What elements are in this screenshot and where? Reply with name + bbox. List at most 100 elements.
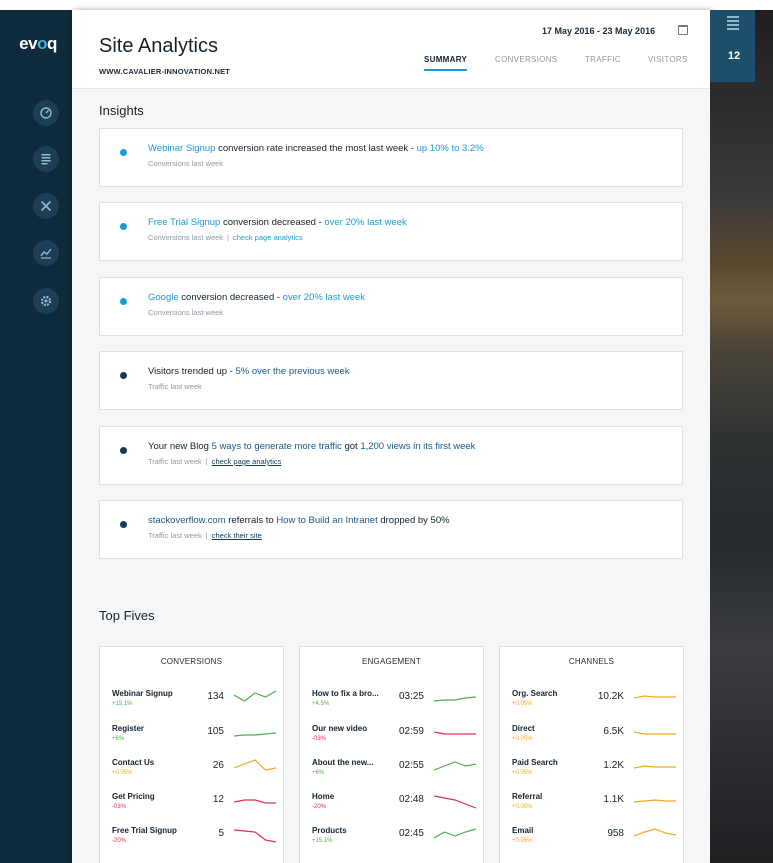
table-row[interactable]: Our new video -03% 02:59 [312,724,476,754]
table-row[interactable]: How to fix a bro... +4.5% 03:25 [312,689,476,719]
row-name: Paid Search [512,758,558,767]
sparkline [434,761,476,771]
sparkline [634,695,676,699]
row-name: Contact Us [112,758,155,767]
insight-subtext: Traffic last week | check their site [148,531,262,540]
table-row[interactable]: About the new... +6% 02:55 [312,758,476,788]
insight-highlight[interactable]: 5% over the previous week [235,366,349,377]
insight-subtext: Conversions last week | check page analyti… [148,233,303,242]
table-row[interactable]: Get Pricing -03% 12 [112,792,276,822]
insight-card[interactable]: Webinar Signup conversion rate increased… [99,128,683,187]
row-value: 958 [607,828,624,839]
insight-link[interactable]: check their site [212,531,262,540]
notification-count[interactable]: 12 [722,50,746,62]
insight-highlight[interactable]: over 20% last week [283,292,365,303]
row-value: 26 [212,760,224,771]
row-change: +0.05% [512,770,533,776]
insight-highlight[interactable]: 5 ways to generate more traffic [212,441,342,452]
insight-highlight[interactable]: up 10% to 3.2% [417,143,484,154]
insight-phrase: conversion decreased - [220,217,325,228]
tab-conversions[interactable]: CONVERSIONS [495,52,557,82]
table-row[interactable]: Direct +0.05% 6.5K [512,724,676,754]
settings-gear-icon[interactable] [33,288,59,314]
insight-card[interactable]: Your new Blog 5 ways to generate more tr… [99,426,683,485]
row-value: 105 [207,726,224,737]
row-change: +0.05% [512,804,533,810]
tools-icon[interactable] [33,193,59,219]
insight-source-label: Traffic last week [148,457,202,466]
table-row[interactable]: Contact Us +0.05% 26 [112,758,276,788]
sparkline-series [234,829,276,843]
logo[interactable]: evoq [10,34,66,54]
table-row[interactable]: Paid Search +0.05% 1.2K [512,758,676,788]
insight-highlight[interactable]: Free Trial Signup [148,217,220,228]
menu-icon[interactable] [727,16,739,32]
insight-link[interactable]: check page analytics [212,457,282,466]
analytics-chart-icon[interactable] [33,240,59,266]
sidebar: evoq [0,10,72,863]
row-change: -20% [312,804,327,810]
row-change: +15.1% [312,838,333,844]
sparkline-series [634,828,676,837]
table-row[interactable]: Email +0.05% 958 [512,826,676,856]
date-range[interactable]: 17 May 2016 - 23 May 2016 [542,26,655,36]
document-list-icon[interactable] [33,146,59,172]
table-row[interactable]: Referral +0.05% 1.1K [512,792,676,822]
table-row[interactable]: Products +15.1% 02:45 [312,826,476,856]
insight-card[interactable]: Visitors trended up - 5% over the previo… [99,351,683,410]
insight-highlight[interactable]: 1,200 views in its first week [360,441,475,452]
sparkline-series [634,695,676,699]
insight-source-label: Conversions last week [148,308,224,317]
insight-card[interactable]: Google conversion decreased - over 20% l… [99,277,683,336]
row-name: Our new video [312,724,368,733]
row-name: Direct [512,724,535,733]
table-row[interactable]: Register +6% 105 [112,724,276,754]
sparkline-series [434,795,476,809]
row-change: +0.05% [112,770,133,776]
insight-card[interactable]: Free Trial Signup conversion decreased -… [99,202,683,261]
sparkline [234,799,276,804]
insight-bullet [120,298,127,305]
dashboard-icon[interactable] [33,100,59,126]
panel-title: ENGAGEMENT [362,657,421,666]
top-five-panel-engagement: ENGAGEMENT How to fix a bro... +4.5% 03:25 O… [299,646,484,863]
main-panel: Site Analytics WWW.CAVALIER-INNOVATION.N… [72,10,710,863]
sparkline-series [234,732,276,737]
tab-summary[interactable]: SUMMARY [424,52,468,82]
insight-highlight[interactable]: How to Build an Intranet [276,515,377,526]
sparkline-series [634,765,676,769]
top-five-panel-channels: CHANNELS Org. Search +0.05% 10.2K Direct +0.0… [499,646,684,863]
tab-visitors[interactable]: VISITORS [648,52,688,82]
row-name: Home [312,792,335,801]
row-value: 02:59 [398,726,424,737]
insight-highlight[interactable]: Webinar Signup [148,143,215,154]
insight-source-label: Conversions last week [148,159,224,168]
top-fives-title: Top Fives [99,608,155,623]
insight-highlight[interactable]: over 20% last week [324,217,406,228]
insight-subtext: Conversions last week [148,308,223,317]
insight-bullet [120,521,127,528]
row-name: Email [512,826,534,835]
insight-bullet [120,223,127,230]
table-row[interactable]: Free Trial Signup -20% 5 [112,826,276,856]
insight-bullet [120,447,127,454]
insight-highlight[interactable]: stackoverflow.com [148,515,226,526]
table-row[interactable]: Org. Search +0.05% 10.2K [512,689,676,719]
insight-card[interactable]: stackoverflow.com referrals to How to Bu… [99,500,683,559]
insights-title: Insights [99,103,144,118]
sparkline-series [234,690,276,702]
insight-link[interactable]: check page analytics [233,233,303,242]
sparkline-series [234,799,276,804]
row-name: Webinar Signup [112,689,173,698]
sparkline [234,759,276,771]
row-change: +0.05% [512,838,533,844]
sparkline [634,828,676,837]
sparkline-series [634,799,676,803]
table-row[interactable]: Webinar Signup +15.1% 134 [112,689,276,719]
insight-highlight[interactable]: Google [148,292,179,303]
calendar-icon[interactable] [678,25,688,35]
insight-subtext: Traffic last week | check page analytics [148,457,281,466]
insight-phrase: conversion rate increased the most last … [215,143,417,154]
tab-traffic[interactable]: TRAFFIC [585,52,621,82]
table-row[interactable]: Home -20% 02:48 [312,792,476,822]
